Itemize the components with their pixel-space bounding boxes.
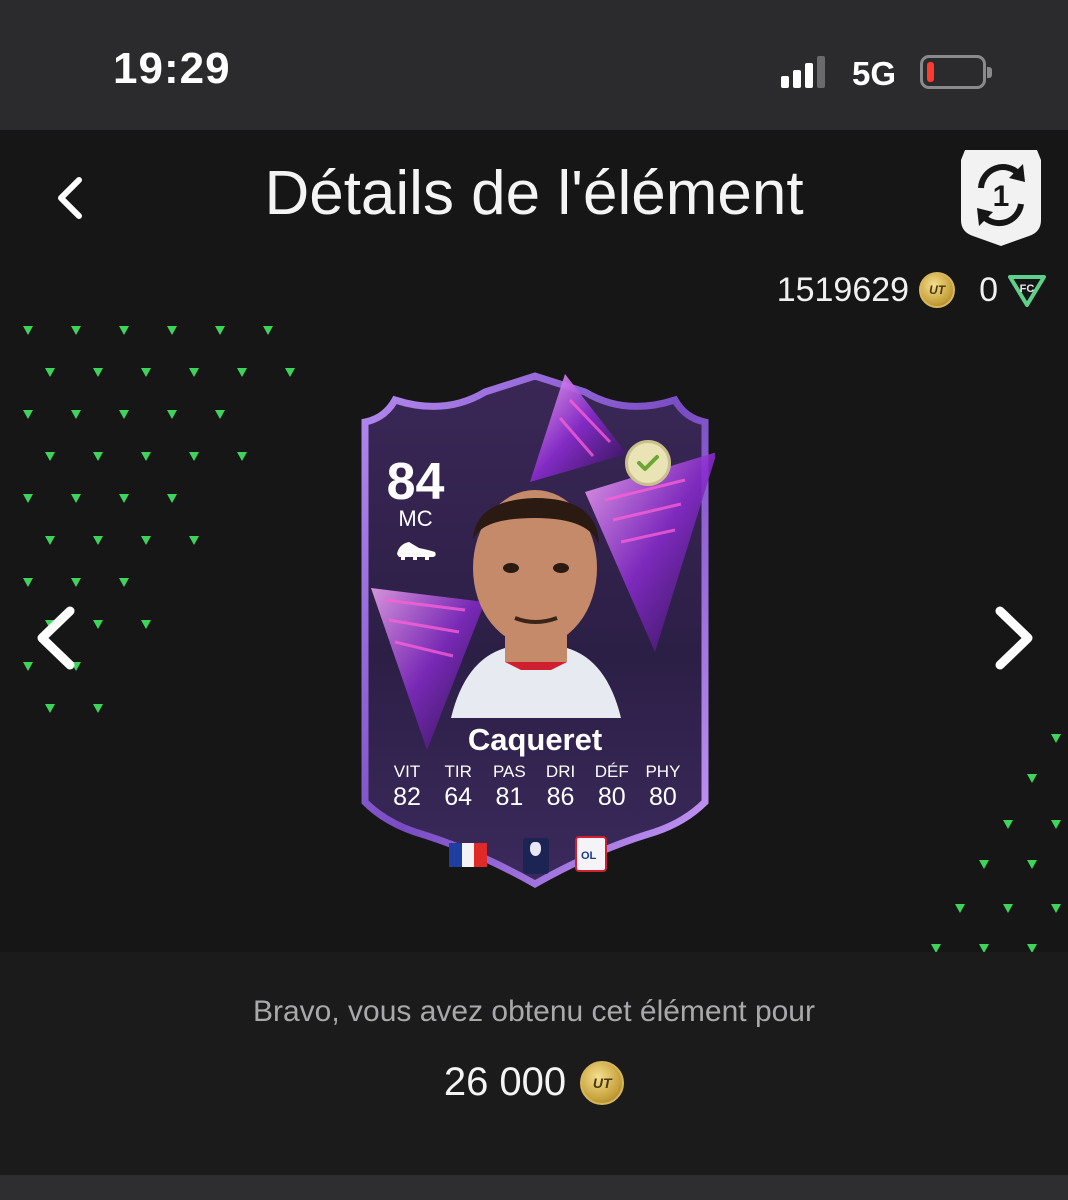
status-time: 19:29 bbox=[113, 44, 231, 93]
stat-value: 80 bbox=[597, 783, 626, 811]
currency-balance: 1519629 UT 0 FC bbox=[777, 270, 1046, 310]
stat-item: VIT 82 bbox=[383, 762, 431, 812]
coin-icon: UT bbox=[919, 272, 956, 308]
reward-message: Bravo, vous avez obtenu cet élément pour bbox=[252, 995, 815, 1028]
stat-item: TIR 64 bbox=[434, 762, 482, 812]
owned-check-icon bbox=[625, 440, 671, 486]
header: Détails de l'élément 1 1519629 UT 0 FC bbox=[0, 130, 1068, 320]
stat-label: DRI bbox=[545, 762, 576, 781]
stat-value: 81 bbox=[495, 783, 524, 811]
reward-amount: 26 000 bbox=[443, 1060, 567, 1104]
stat-label: DÉF bbox=[594, 762, 629, 781]
points-balance: 0 bbox=[979, 270, 998, 309]
club-badge-icon bbox=[575, 836, 607, 872]
reward-price: 26 000 UT bbox=[0, 1060, 1068, 1105]
nation-flag-icon bbox=[449, 843, 488, 867]
network-label: 5G bbox=[852, 55, 897, 92]
page-title: Détails de l'élément bbox=[264, 159, 804, 228]
stat-item: PAS 81 bbox=[485, 762, 533, 812]
status-bar: 19:29 5G bbox=[0, 0, 1068, 130]
coin-balance: 1519629 bbox=[776, 270, 910, 309]
stat-value: 82 bbox=[393, 783, 421, 811]
next-arrow-icon[interactable] bbox=[990, 605, 1040, 671]
stat-item: PHY 80 bbox=[639, 762, 687, 812]
card-rating: 84 bbox=[386, 453, 445, 511]
league-badge-icon bbox=[523, 838, 549, 874]
fc-points-icon: FC bbox=[1008, 275, 1046, 307]
stat-item: DRI 86 bbox=[537, 762, 585, 812]
transfer-badge-number: 1 bbox=[993, 180, 1010, 213]
card-stats: VIT 82 TIR 64 PAS 81 DRI 86 DÉF 80 PHY 80 bbox=[383, 762, 687, 812]
stat-label: PAS bbox=[492, 762, 526, 781]
stat-value: 80 bbox=[649, 783, 677, 811]
card-stage: 84 MC Caqueret VIT 82 TIR 64 PAS 81 DRI 86 D… bbox=[0, 320, 1068, 952]
boot-icon bbox=[397, 542, 436, 560]
player-card[interactable]: 84 MC Caqueret VIT 82 TIR 64 PAS 81 DRI 86 D… bbox=[355, 370, 715, 890]
coin-icon: UT bbox=[580, 1060, 625, 1105]
card-position: MC bbox=[398, 506, 433, 531]
battery-icon bbox=[920, 55, 992, 89]
stat-label: VIT bbox=[393, 762, 421, 781]
bottom-bar bbox=[0, 1175, 1068, 1200]
stat-value: 64 bbox=[444, 783, 473, 811]
player-name: Caqueret bbox=[467, 722, 603, 757]
stat-label: PHY bbox=[645, 762, 681, 781]
previous-arrow-icon[interactable] bbox=[30, 605, 80, 671]
transfer-count-badge[interactable]: 1 bbox=[957, 140, 1045, 248]
signal-icon bbox=[781, 56, 825, 88]
stat-item: DÉF 80 bbox=[588, 762, 636, 812]
svg-text:FC: FC bbox=[1020, 283, 1035, 295]
stat-label: TIR bbox=[444, 762, 472, 781]
stat-value: 86 bbox=[546, 783, 575, 811]
transfer-icon: 1 bbox=[961, 150, 1041, 246]
